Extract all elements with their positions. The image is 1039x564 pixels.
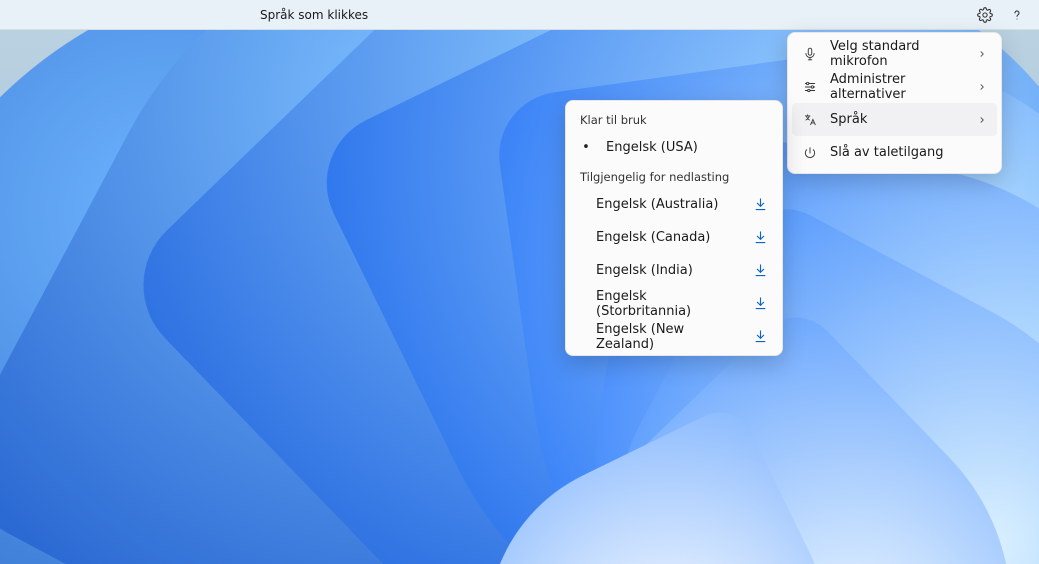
menu-item-manage-options[interactable]: Administrer alternativer	[792, 70, 997, 103]
chevron-right-icon	[977, 115, 987, 125]
language-item-label: Engelsk (Storbritannia)	[580, 289, 743, 319]
language-item-en-nz[interactable]: Engelsk (New Zealand)	[566, 320, 782, 353]
download-icon[interactable]	[753, 296, 768, 311]
download-icon[interactable]	[753, 329, 768, 344]
help-button[interactable]	[1003, 3, 1031, 27]
download-icon[interactable]	[753, 230, 768, 245]
menu-item-turn-off-voice-access[interactable]: Slå av taletilgang	[792, 136, 997, 169]
section-ready-header: Klar til bruk	[566, 107, 782, 131]
language-item-label: Engelsk (New Zealand)	[580, 322, 743, 352]
menu-item-language[interactable]: Språk	[792, 103, 997, 136]
bar-right-controls	[971, 3, 1039, 27]
help-icon	[1009, 7, 1025, 23]
chevron-right-icon	[977, 49, 987, 59]
menu-item-default-microphone[interactable]: Velg standard mikrofon	[792, 37, 997, 70]
power-icon	[802, 145, 818, 161]
language-item-en-ca[interactable]: Engelsk (Canada)	[566, 221, 782, 254]
language-item-label: Engelsk (Canada)	[580, 230, 743, 245]
language-item-en-us[interactable]: • Engelsk (USA)	[566, 131, 782, 164]
menu-item-label: Administrer alternativer	[830, 72, 965, 102]
sliders-icon	[802, 79, 818, 95]
desktop: Språk som klikkes	[0, 0, 1039, 564]
voice-access-bar: Språk som klikkes	[0, 0, 1039, 30]
menu-item-label: Slå av taletilgang	[830, 145, 987, 160]
language-item-en-gb[interactable]: Engelsk (Storbritannia)	[566, 287, 782, 320]
language-icon	[802, 112, 818, 128]
microphone-icon	[802, 46, 818, 62]
bar-title: Språk som klikkes	[260, 8, 368, 22]
settings-button[interactable]	[971, 3, 999, 27]
section-download-header: Tilgjengelig for nedlasting	[566, 164, 782, 188]
download-icon[interactable]	[753, 263, 768, 278]
language-item-en-au[interactable]: Engelsk (Australia)	[566, 188, 782, 221]
gear-icon	[977, 7, 993, 23]
chevron-right-icon	[977, 82, 987, 92]
menu-item-label: Språk	[830, 112, 965, 127]
language-submenu: Klar til bruk • Engelsk (USA) Tilgjengel…	[565, 100, 783, 356]
settings-menu: Velg standard mikrofon Administrer alter…	[787, 32, 1002, 174]
menu-item-label: Velg standard mikrofon	[830, 39, 965, 69]
download-icon[interactable]	[753, 197, 768, 212]
language-item-label: Engelsk (USA)	[602, 140, 768, 155]
language-item-label: Engelsk (Australia)	[580, 197, 743, 212]
language-item-en-in[interactable]: Engelsk (India)	[566, 254, 782, 287]
language-item-label: Engelsk (India)	[580, 263, 743, 278]
selected-bullet-icon: •	[580, 140, 592, 155]
